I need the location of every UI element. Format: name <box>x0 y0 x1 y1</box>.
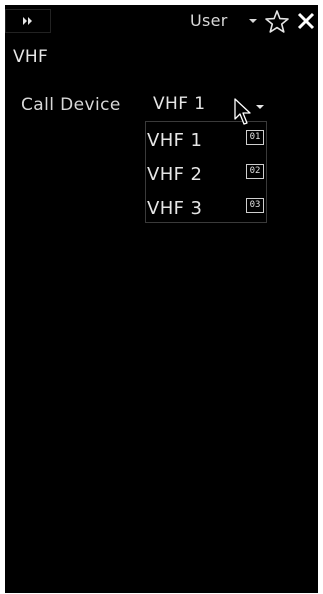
dropdown-option-vhf-3[interactable]: VHF 3 03 <box>146 192 266 224</box>
close-button[interactable] <box>295 10 317 32</box>
favorite-button[interactable] <box>264 9 290 35</box>
call-device-selected-value: VHF 1 <box>153 94 206 114</box>
fast-forward-icon <box>21 16 35 26</box>
option-label: VHF 2 <box>147 164 203 185</box>
panel-title: VHF <box>13 47 49 67</box>
dropdown-option-vhf-1[interactable]: VHF 1 01 <box>146 124 266 156</box>
option-shortcut-key: 01 <box>246 130 264 145</box>
call-device-dropdown-list: VHF 1 01 VHF 2 02 VHF 3 03 <box>145 121 267 223</box>
chevron-down-icon <box>256 105 264 109</box>
chevron-down-icon <box>249 19 257 23</box>
vhf-panel: User VHF Call Device VHF 1 VHF 1 01 VHF … <box>5 5 318 593</box>
option-label: VHF 1 <box>147 130 203 151</box>
dropdown-option-vhf-2[interactable]: VHF 2 02 <box>146 158 266 190</box>
option-label: VHF 3 <box>147 198 203 219</box>
call-device-label: Call Device <box>21 95 121 115</box>
user-dropdown[interactable]: User <box>171 9 265 33</box>
option-shortcut-key: 02 <box>246 164 264 179</box>
user-dropdown-label: User <box>190 11 228 30</box>
expand-button[interactable] <box>5 9 51 33</box>
close-icon <box>295 12 317 36</box>
call-device-select[interactable]: VHF 1 <box>145 91 269 119</box>
star-icon <box>264 10 290 39</box>
option-shortcut-key: 03 <box>246 198 264 213</box>
top-bar: User <box>5 5 318 39</box>
